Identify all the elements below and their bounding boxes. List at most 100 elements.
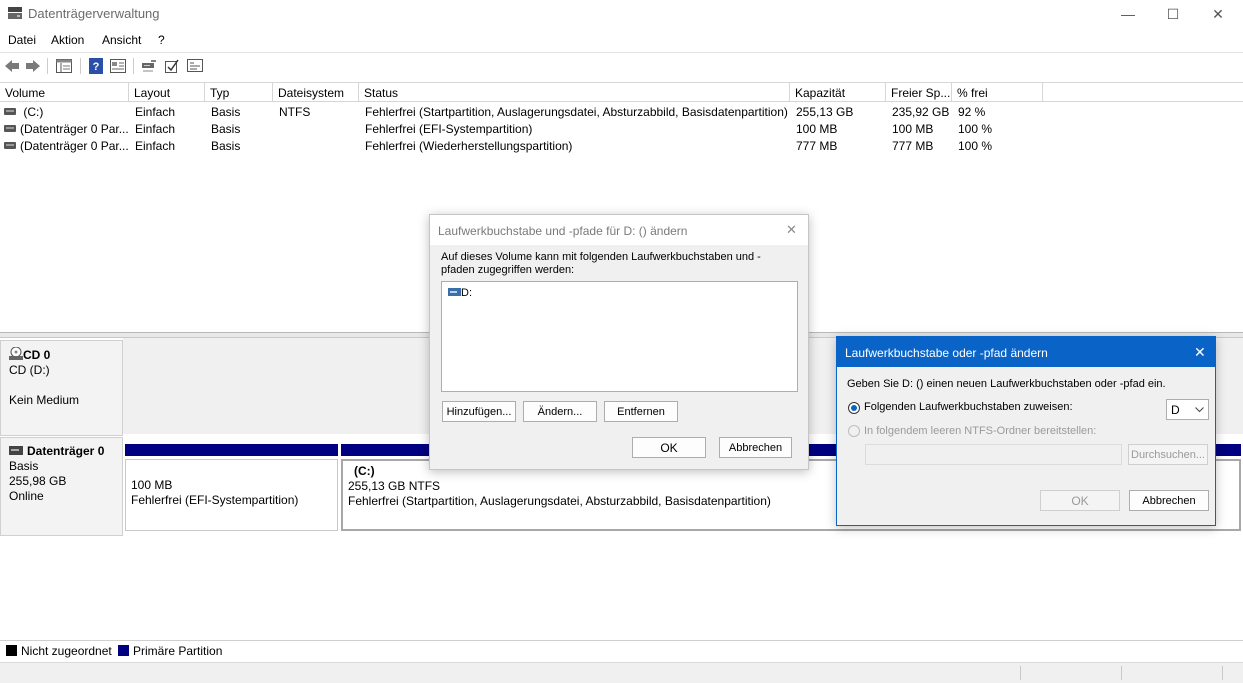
connect-icon <box>142 59 156 71</box>
hard-disk-icon <box>9 446 23 455</box>
help-icon: ? <box>89 57 103 74</box>
drive-icon <box>4 108 16 116</box>
ok-button[interactable]: OK <box>632 437 706 458</box>
dialog-description: Auf dieses Volume kann mit folgenden Lau… <box>441 251 761 276</box>
drive-icon <box>4 125 16 133</box>
drive-letter-list[interactable]: D: <box>441 281 798 392</box>
drive-letter-value: D <box>1171 403 1180 417</box>
column-header-prozent-frei[interactable]: % frei <box>952 83 1043 102</box>
dialog-title-bar: Laufwerkbuchstabe und -pfade für D: () ä… <box>430 215 808 245</box>
check-button[interactable] <box>163 57 181 74</box>
chevron-down-icon <box>1195 407 1204 413</box>
properties-button[interactable] <box>55 57 73 74</box>
mount-folder-radio[interactable] <box>848 425 860 437</box>
svg-text:?: ? <box>93 61 100 73</box>
toolbar-separator <box>133 58 134 74</box>
mount-folder-label: In folgendem leeren NTFS-Ordner bereitst… <box>864 425 1097 437</box>
toolbar-separator <box>80 58 81 74</box>
ok-button[interactable]: OK <box>1040 490 1120 511</box>
dialog-prompt: Geben Sie D: () einen neuen Laufwerkbuch… <box>847 378 1166 390</box>
partition-size: 100 MB <box>131 478 173 492</box>
dialog-title: Laufwerkbuchstabe und -pfade für D: () ä… <box>438 224 688 238</box>
toolbar-separator <box>47 58 48 74</box>
partition-status: Fehlerfrei (EFI-Systempartition) <box>131 493 299 507</box>
dialog-title: Laufwerkbuchstabe oder -pfad ändern <box>845 346 1048 360</box>
disk-info: CD (D:) <box>9 363 50 377</box>
status-separator <box>1020 666 1021 680</box>
maximize-icon: ☐ <box>1166 5 1180 22</box>
disk-status: Online <box>9 489 44 503</box>
type-cell: Basis <box>211 139 241 153</box>
remove-button[interactable]: Entfernen <box>604 401 678 422</box>
legend-primary: Primäre Partition <box>118 644 222 658</box>
volume-name: (Datenträger 0 Par... <box>20 139 128 153</box>
free-space-cell: 777 MB <box>892 139 934 153</box>
filesystem-cell: NTFS <box>279 105 311 119</box>
add-button[interactable]: Hinzufügen... <box>442 401 516 422</box>
percent-free-cell: 100 % <box>958 122 993 136</box>
legend: Nicht zugeordnet Primäre Partition <box>0 640 1243 662</box>
drive-letter-select[interactable]: D <box>1166 399 1209 420</box>
browse-button[interactable]: Durchsuchen... <box>1128 444 1208 465</box>
list-button[interactable] <box>186 57 204 74</box>
percent-free-cell: 100 % <box>958 139 993 153</box>
legend-label: Nicht zugeordnet <box>21 644 112 658</box>
change-button[interactable]: Ändern... <box>523 401 597 422</box>
free-space-cell: 100 MB <box>892 122 934 136</box>
drive-icon <box>448 288 461 296</box>
disk-name: Datenträger 0 <box>27 444 105 458</box>
partition-efi[interactable]: 100 MB Fehlerfrei (EFI-Systempartition) <box>125 459 338 531</box>
list-item[interactable]: D: <box>448 287 472 299</box>
menu-bar: Datei Aktion Ansicht ? <box>0 30 1243 50</box>
status-separator <box>1121 666 1122 680</box>
column-header-kapazitaet[interactable]: Kapazität <box>790 83 886 102</box>
type-cell: Basis <box>211 105 241 119</box>
change-drive-letter-dialog: Laufwerkbuchstabe oder -pfad ändern ✕ Ge… <box>836 336 1216 526</box>
menu-ansicht[interactable]: Ansicht <box>102 33 141 47</box>
close-icon[interactable]: ✕ <box>786 222 797 238</box>
column-header-status[interactable]: Status <box>359 83 790 102</box>
cancel-button[interactable]: Abbrechen <box>719 437 792 458</box>
column-header-typ[interactable]: Typ <box>205 83 273 102</box>
column-header-volume[interactable]: Volume <box>0 83 129 102</box>
menu-datei[interactable]: Datei <box>8 33 36 47</box>
menu-aktion[interactable]: Aktion <box>51 33 84 47</box>
status-separator <box>1222 666 1223 680</box>
disk-label-cd0[interactable]: CD 0 CD (D:) Kein Medium <box>0 340 123 436</box>
unallocated-swatch-icon <box>6 645 17 657</box>
disk-type: Basis <box>9 459 39 473</box>
minimize-icon: — <box>1121 6 1135 22</box>
capacity-cell: 100 MB <box>796 122 838 136</box>
assign-letter-radio[interactable] <box>848 402 860 414</box>
volume-cell: (Datenträger 0 Par... <box>4 137 128 154</box>
view-button[interactable] <box>109 57 127 74</box>
capacity-cell: 255,13 GB <box>796 105 854 119</box>
layout-cell: Einfach <box>135 105 176 119</box>
maximize-button[interactable]: ☐ <box>1150 0 1196 28</box>
disk-label-disk0[interactable]: Datenträger 0 Basis 255,98 GB Online <box>0 437 123 536</box>
column-header-freier-speicher[interactable]: Freier Sp... <box>886 83 952 102</box>
connect-button[interactable] <box>140 57 158 74</box>
close-button[interactable]: ✕ <box>1195 0 1241 28</box>
menu-help[interactable]: ? <box>158 33 165 47</box>
volume-name: (C:) <box>23 105 44 119</box>
status-cell: Fehlerfrei (Startpartition, Auslagerungs… <box>365 105 788 119</box>
column-header-dateisystem[interactable]: Dateisystem <box>273 83 359 102</box>
assign-letter-label[interactable]: Folgenden Laufwerkbuchstaben zuweisen: <box>864 401 1073 413</box>
close-icon: ✕ <box>1212 5 1224 22</box>
legend-label: Primäre Partition <box>133 644 223 658</box>
cancel-button[interactable]: Abbrechen <box>1129 490 1209 511</box>
list-icon <box>187 59 203 72</box>
folder-path-input[interactable] <box>865 444 1122 465</box>
help-button[interactable]: ? <box>87 57 105 74</box>
back-button[interactable] <box>3 57 21 74</box>
forward-button[interactable] <box>24 57 42 74</box>
partition-bar-efi <box>125 444 338 456</box>
minimize-button[interactable]: — <box>1105 0 1151 28</box>
layout-cell: Einfach <box>135 139 176 153</box>
status-cell: Fehlerfrei (Wiederherstellungspartition) <box>365 139 573 153</box>
close-icon[interactable]: ✕ <box>1194 344 1206 361</box>
list-item-label: D: <box>461 287 472 299</box>
capacity-cell: 777 MB <box>796 139 838 153</box>
column-header-layout[interactable]: Layout <box>129 83 205 102</box>
